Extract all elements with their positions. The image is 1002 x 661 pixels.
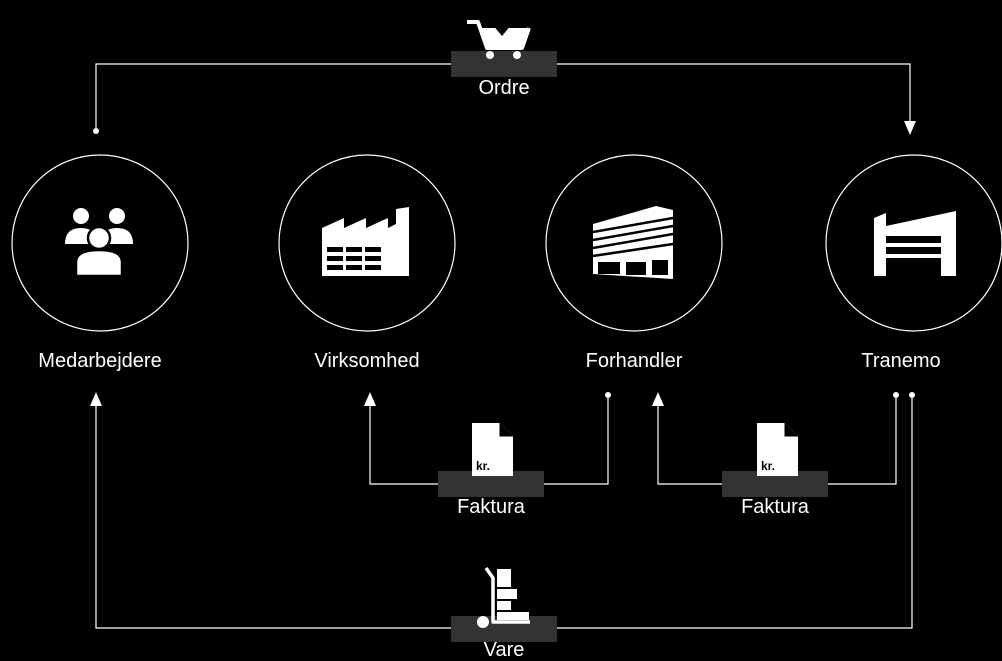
goods-start-dot (909, 392, 915, 398)
invoice-right-arrow (652, 392, 664, 406)
order-arrow (904, 121, 916, 135)
order-start-dot (93, 128, 99, 134)
hand-truck-icon (477, 566, 530, 628)
factory-icon (322, 207, 409, 276)
svg-text:kr.: kr. (476, 459, 490, 473)
invoice-right-start-dot (893, 392, 899, 398)
invoice-left-label: Faktura (457, 496, 525, 518)
order-label-box (451, 51, 557, 77)
flow-diagram: kr. kr. (11, 12, 1002, 642)
invoice-left-arrow (364, 392, 376, 406)
goods-label: Vare (483, 639, 525, 661)
node-label-medarbejdere: Medarbejdere (38, 350, 162, 372)
building-icon (592, 206, 674, 279)
connector-lines (95, 63, 913, 629)
node-label-tranemo: Tranemo (861, 350, 941, 372)
svg-text:kr.: kr. (761, 459, 775, 473)
people-icon (65, 208, 133, 278)
invoice-icon: kr. (472, 423, 513, 476)
invoice-right-label: Faktura (741, 496, 809, 518)
node-label-forhandler: Forhandler (585, 350, 683, 372)
invoice-left-start-dot (605, 392, 611, 398)
node-label-virksomhed: Virksomhed (314, 350, 420, 372)
connector-ends (90, 121, 916, 406)
invoice-icon: kr. (757, 423, 798, 476)
warehouse-icon (874, 211, 956, 276)
goods-arrow (90, 392, 102, 406)
order-label: Ordre (478, 77, 530, 99)
